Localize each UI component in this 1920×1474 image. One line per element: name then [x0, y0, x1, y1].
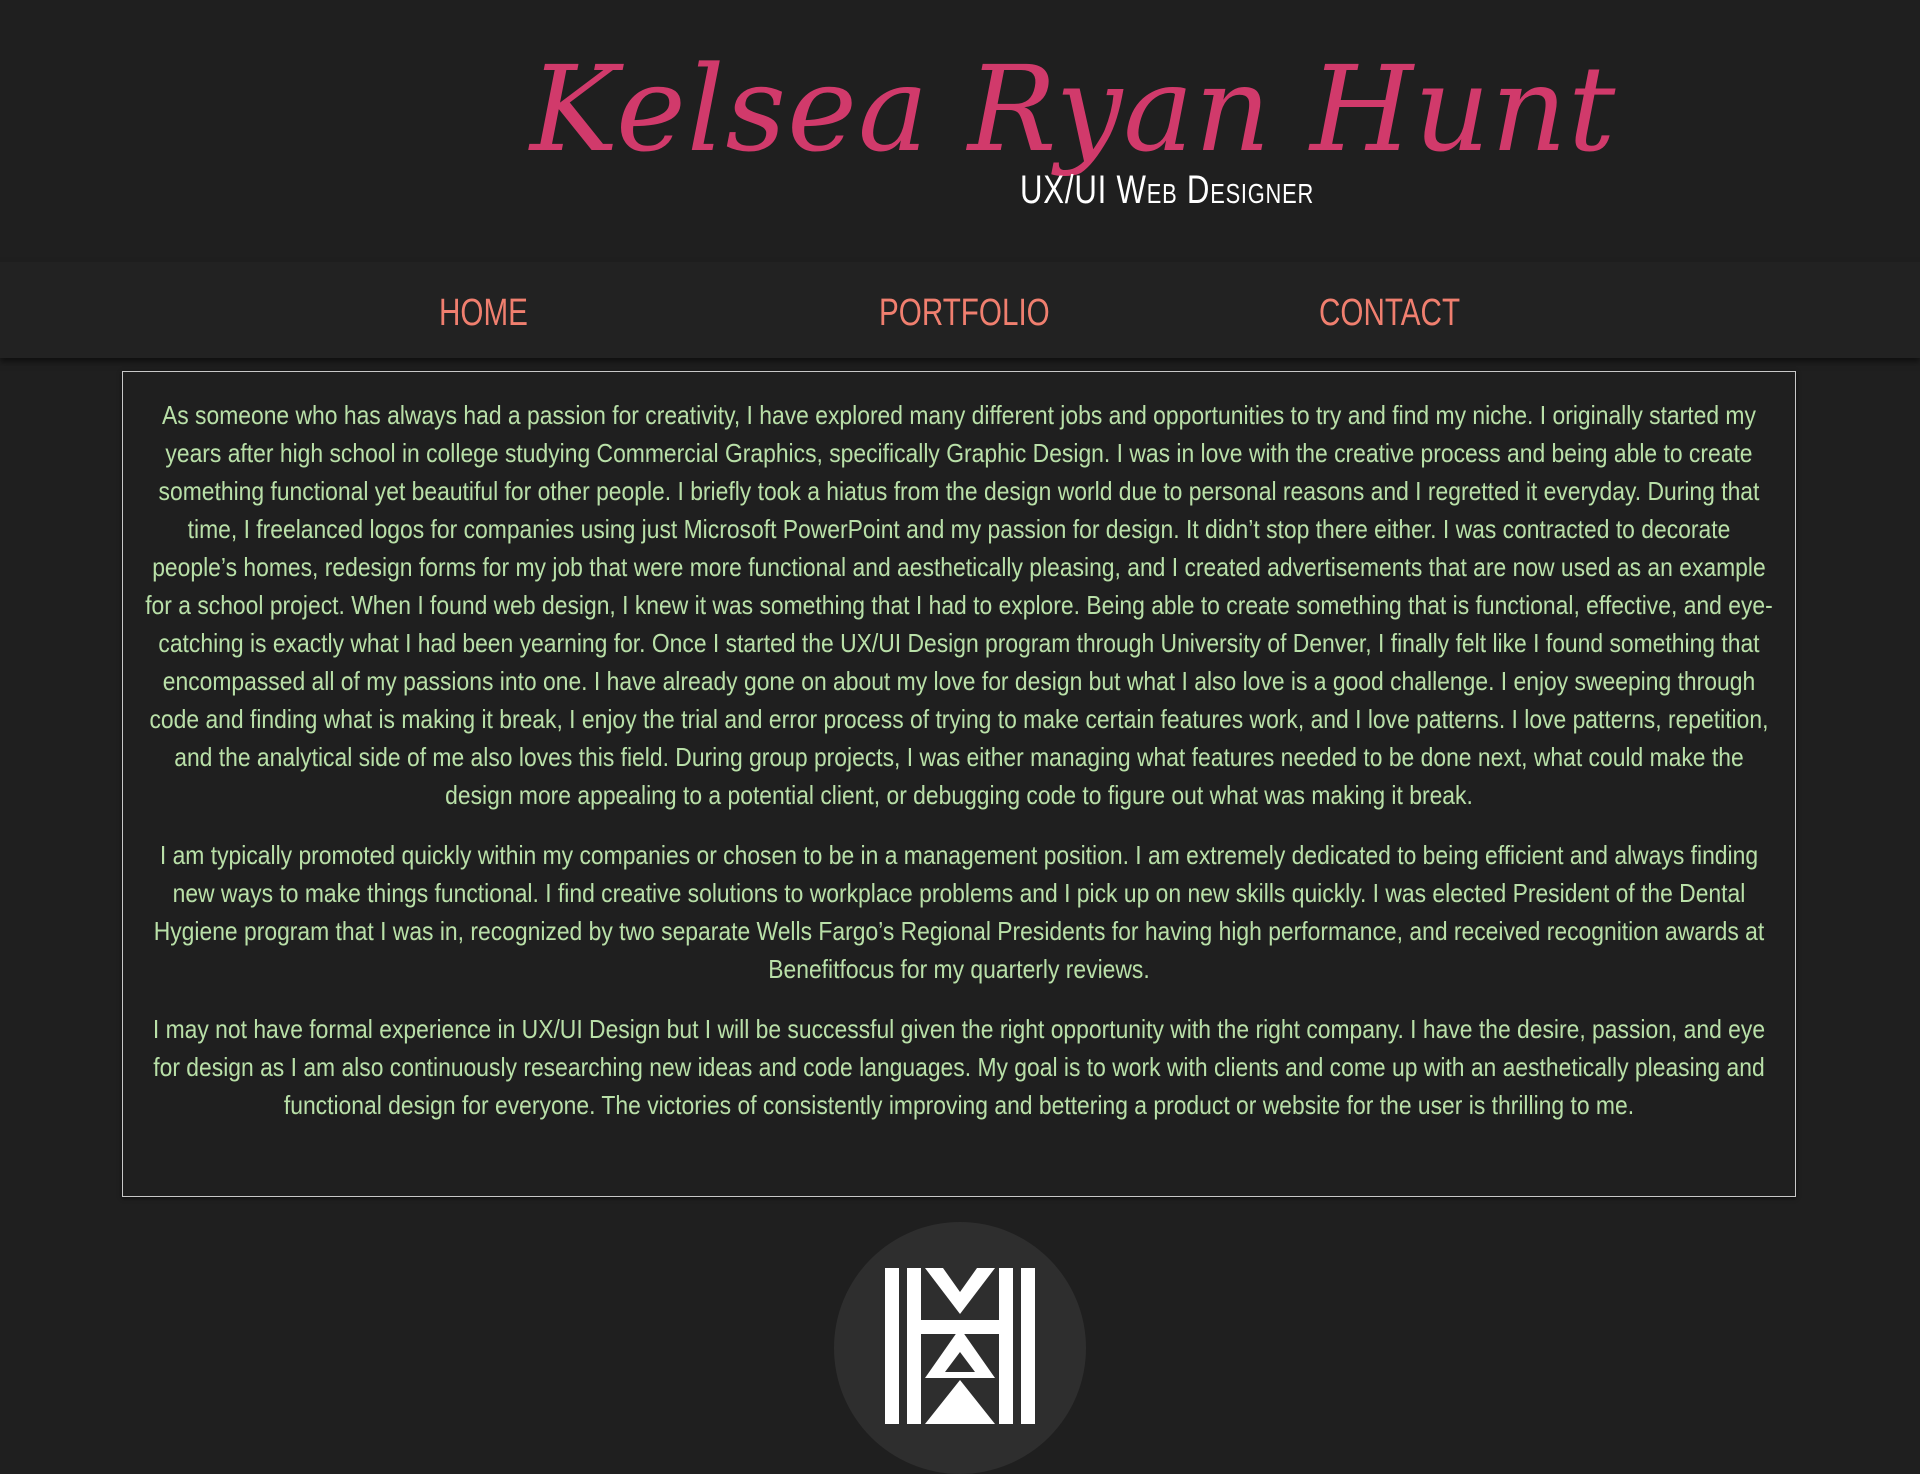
khr-monogram-logo-icon — [885, 1268, 1035, 1424]
site-name: Kelsea Ryan Hunt — [530, 40, 1617, 178]
site-subtitle: UX/UI Web Designer — [1020, 168, 1315, 212]
about-paragraph-2: I am typically promoted quickly within m… — [153, 840, 1765, 984]
nav-contact-link[interactable]: CONTACT — [1319, 292, 1460, 335]
about-section: As someone who has always had a passion … — [122, 371, 1796, 1197]
about-text: As someone who has always had a passion … — [143, 396, 1775, 1146]
nav-portfolio-link[interactable]: PORTFOLIO — [879, 292, 1050, 335]
about-paragraph-1: As someone who has always had a passion … — [145, 400, 1773, 810]
nav-home-link[interactable]: HOME — [439, 292, 528, 335]
about-paragraph-3: I may not have formal experience in UX/U… — [152, 1014, 1766, 1120]
